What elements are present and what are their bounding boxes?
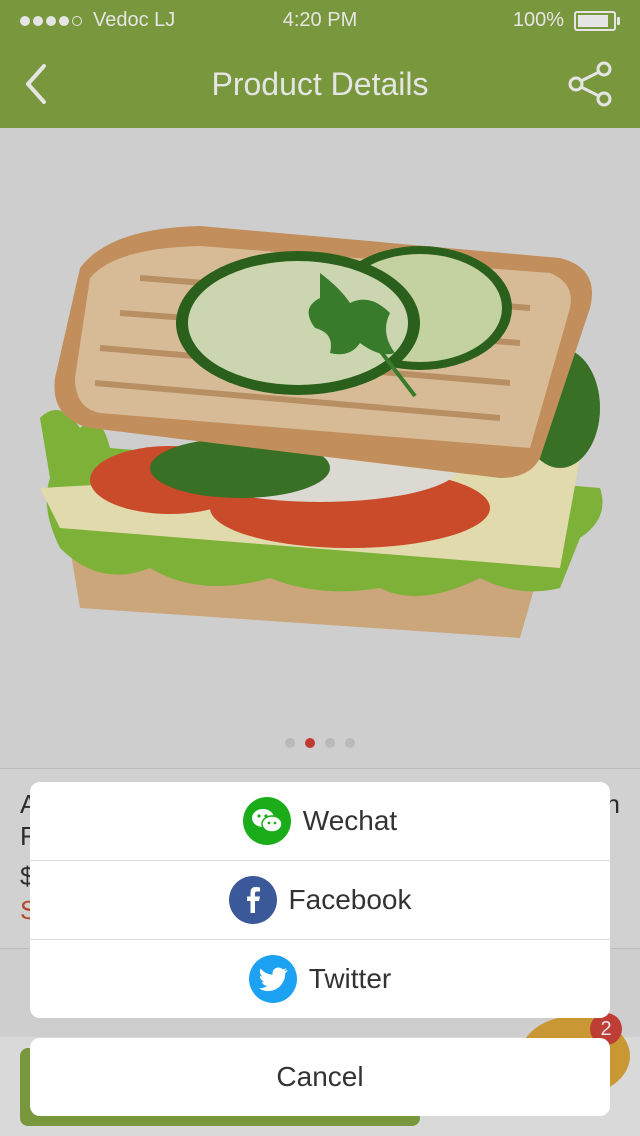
twitter-icon xyxy=(248,955,297,1003)
share-sheet: Wechat Facebook Twitter xyxy=(30,782,610,1018)
share-option-label: Wechat xyxy=(302,805,398,836)
share-option-label: Facebook xyxy=(288,884,412,915)
cancel-button[interactable]: Cancel xyxy=(30,1038,610,1116)
facebook-icon xyxy=(228,876,277,924)
share-option-label: Twitter xyxy=(308,963,392,994)
share-option-twitter[interactable]: Twitter xyxy=(30,940,610,1018)
share-option-facebook[interactable]: Facebook xyxy=(30,861,610,940)
wechat-icon xyxy=(242,797,291,845)
share-option-wechat[interactable]: Wechat xyxy=(30,782,610,861)
